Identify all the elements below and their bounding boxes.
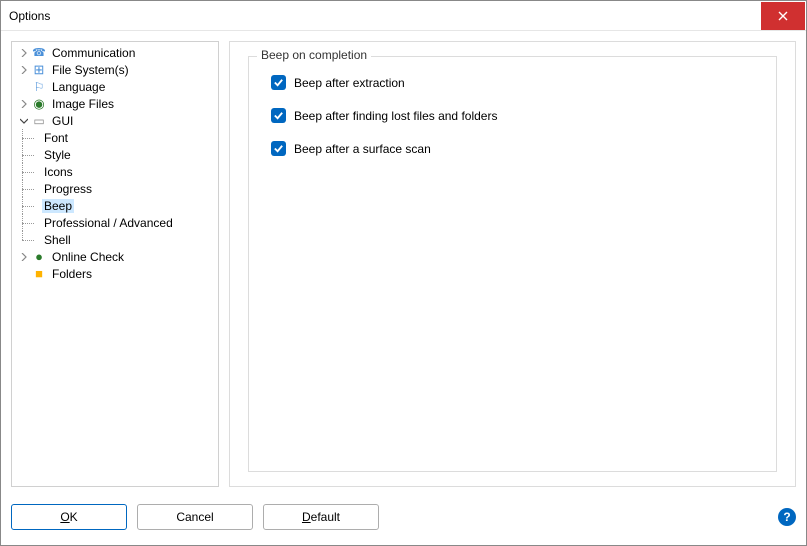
button-bar: OK Cancel Default ? (1, 497, 806, 537)
tree-item-gui[interactable]: ▭ GUI (12, 112, 218, 129)
tree-label: Icons (42, 165, 75, 179)
check-icon (273, 77, 284, 88)
tree-item-shell[interactable]: Shell (12, 231, 218, 248)
tree-item-progress[interactable]: Progress (12, 180, 218, 197)
chevron-right-icon[interactable] (18, 64, 30, 76)
tree-label: Professional / Advanced (42, 216, 175, 230)
cancel-button[interactable]: Cancel (137, 504, 253, 530)
settings-panel: Beep on completion Beep after extraction… (229, 41, 796, 487)
image-files-icon: ◉ (31, 96, 47, 112)
tree-label: Communication (50, 46, 137, 60)
expander-placeholder (18, 81, 30, 93)
tree-item-font[interactable]: Font (12, 129, 218, 146)
tree-children-gui: Font Style Icons Progress Beep Professio… (12, 129, 218, 248)
tree-label: Beep (42, 199, 74, 213)
beep-fieldset: Beep on completion Beep after extraction… (248, 56, 777, 472)
tree-label: Shell (42, 233, 73, 247)
tree-label: Progress (42, 182, 94, 196)
chevron-right-icon[interactable] (18, 47, 30, 59)
checkbox-label: Beep after finding lost files and folder… (294, 109, 497, 123)
checkbox-row-lost-files[interactable]: Beep after finding lost files and folder… (271, 108, 754, 123)
tree-label: Folders (50, 267, 94, 281)
tree-label: Online Check (50, 250, 126, 264)
communication-icon: ☎ (31, 45, 47, 61)
folder-icon: ■ (31, 266, 47, 282)
checkbox-row-extraction[interactable]: Beep after extraction (271, 75, 754, 90)
close-icon (778, 11, 788, 21)
tree-label: Image Files (50, 97, 116, 111)
expander-placeholder (18, 268, 30, 280)
tree-label: Language (50, 80, 107, 94)
tree-item-style[interactable]: Style (12, 146, 218, 163)
help-icon[interactable]: ? (778, 508, 796, 526)
tree-item-icons[interactable]: Icons (12, 163, 218, 180)
gui-icon: ▭ (31, 113, 47, 129)
checkbox-lost-files[interactable] (271, 108, 286, 123)
tree-label: File System(s) (50, 63, 131, 77)
tree-item-file-systems[interactable]: ⊞ File System(s) (12, 61, 218, 78)
content-area: ☎ Communication ⊞ File System(s) ⚐ Langu… (1, 31, 806, 497)
chevron-right-icon[interactable] (18, 251, 30, 263)
tree-item-image-files[interactable]: ◉ Image Files (12, 95, 218, 112)
online-check-icon: ● (31, 249, 47, 265)
tree-item-language[interactable]: ⚐ Language (12, 78, 218, 95)
tree-item-folders[interactable]: ■ Folders (12, 265, 218, 282)
tree-item-communication[interactable]: ☎ Communication (12, 44, 218, 61)
tree-label: Style (42, 148, 73, 162)
chevron-right-icon[interactable] (18, 98, 30, 110)
default-button[interactable]: Default (263, 504, 379, 530)
titlebar: Options (1, 1, 806, 31)
close-button[interactable] (761, 2, 805, 30)
checkbox-row-surface[interactable]: Beep after a surface scan (271, 141, 754, 156)
checkbox-label: Beep after extraction (294, 76, 405, 90)
category-tree[interactable]: ☎ Communication ⊞ File System(s) ⚐ Langu… (11, 41, 219, 487)
tree-item-beep[interactable]: Beep (12, 197, 218, 214)
file-system-icon: ⊞ (31, 62, 47, 78)
chevron-down-icon[interactable] (18, 115, 30, 127)
tree-label: Font (42, 131, 70, 145)
language-icon: ⚐ (31, 79, 47, 95)
checkbox-label: Beep after a surface scan (294, 142, 431, 156)
fieldset-legend: Beep on completion (257, 48, 371, 62)
ok-button[interactable]: OK (11, 504, 127, 530)
tree-item-professional[interactable]: Professional / Advanced (12, 214, 218, 231)
window-title: Options (9, 9, 761, 23)
check-icon (273, 143, 284, 154)
checkbox-extraction[interactable] (271, 75, 286, 90)
check-icon (273, 110, 284, 121)
tree-item-online-check[interactable]: ● Online Check (12, 248, 218, 265)
tree-label: GUI (50, 114, 75, 128)
checkbox-surface[interactable] (271, 141, 286, 156)
